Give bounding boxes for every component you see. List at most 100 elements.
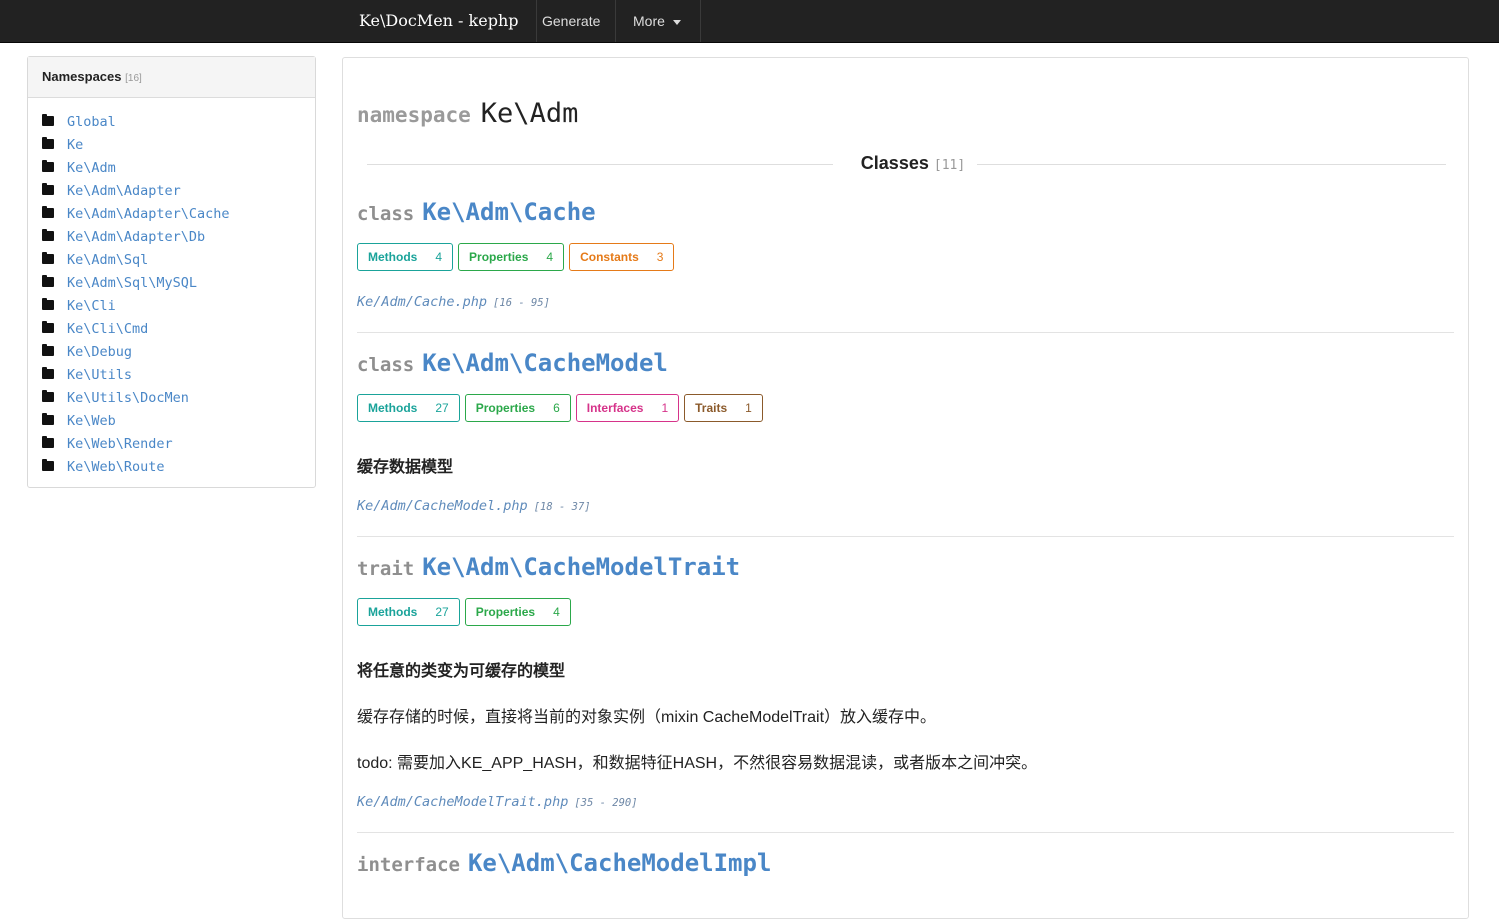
- namespace-item[interactable]: Ke\Utils\DocMen: [42, 386, 315, 409]
- namespace-name: Ke\Adm: [480, 98, 579, 129]
- namespace-keyword: namespace: [357, 103, 471, 127]
- source-file-path: Ke/Adm/CacheModelTrait.php: [357, 794, 569, 810]
- folder-icon: [42, 367, 54, 379]
- namespace-link[interactable]: Ke\Debug: [67, 344, 132, 360]
- namespace-item[interactable]: Ke\Adm\Sql: [42, 248, 315, 271]
- nav-more-label: More: [633, 13, 665, 29]
- class-kind: class: [357, 203, 415, 225]
- namespace-item[interactable]: Ke: [42, 133, 315, 156]
- namespace-link[interactable]: Ke\Web: [67, 413, 116, 429]
- properties-badge[interactable]: Properties 4: [458, 243, 565, 271]
- class-name-link[interactable]: Ke\Adm\CacheModel: [422, 349, 668, 377]
- class-name-link[interactable]: Ke\Adm\CacheModelTrait: [422, 553, 740, 581]
- class-kind: class: [357, 354, 415, 376]
- folder-icon: [42, 229, 54, 241]
- namespace-link[interactable]: Ke\Adm\Adapter\Db: [67, 229, 205, 245]
- namespace-list: Global Ke Ke\Adm Ke\Adm\Adapter Ke\Adm\A…: [28, 98, 315, 478]
- namespace-link[interactable]: Global: [67, 114, 116, 130]
- namespace-link[interactable]: Ke\Utils\DocMen: [67, 390, 189, 406]
- source-file[interactable]: Ke/Adm/Cache.php [16 - 95]: [357, 294, 550, 310]
- namespace-item[interactable]: Ke\Cli\Cmd: [42, 317, 315, 340]
- badge-count: 3: [656, 250, 664, 264]
- class-entry: class Ke\Adm\Cache Methods 4 Properties 4 Con…: [357, 198, 1454, 338]
- folder-icon: [42, 160, 54, 172]
- badge-label: Properties: [475, 605, 536, 619]
- class-title: class Ke\Adm\Cache: [357, 198, 1454, 232]
- methods-badge[interactable]: Methods 27: [357, 394, 460, 422]
- brand-link[interactable]: Ke\DocMen - kephp: [342, 0, 537, 42]
- namespaces-title: Namespaces: [42, 69, 122, 84]
- namespace-item[interactable]: Ke\Web\Render: [42, 432, 315, 455]
- namespace-item[interactable]: Ke\Web: [42, 409, 315, 432]
- badge-label: Properties: [469, 250, 529, 264]
- folder-icon: [42, 206, 54, 218]
- classes-divider-left: [367, 164, 833, 165]
- namespace-item[interactable]: Ke\Adm\Adapter: [42, 179, 315, 202]
- folder-icon: [42, 344, 54, 356]
- source-file-path: Ke/Adm/CacheModel.php: [357, 498, 528, 514]
- class-name-link[interactable]: Ke\Adm\CacheModelImpl: [468, 849, 771, 877]
- badge-label: Properties: [475, 401, 536, 415]
- class-entry: interface Ke\Adm\CacheModelImpl: [357, 849, 1454, 889]
- namespace-link[interactable]: Ke\Adm\Sql\MySQL: [67, 275, 197, 291]
- class-tags: Methods 27 Properties 4: [357, 598, 576, 626]
- namespace-item[interactable]: Ke\Adm\Sql\MySQL: [42, 271, 315, 294]
- traits-badge[interactable]: Traits 1: [684, 394, 763, 422]
- entry-separator: [357, 832, 1454, 833]
- namespace-link[interactable]: Ke\Adm: [67, 160, 116, 176]
- namespace-link[interactable]: Ke\Utils: [67, 367, 132, 383]
- badge-count: 6: [553, 401, 560, 415]
- namespace-item[interactable]: Ke\Web\Route: [42, 455, 315, 478]
- namespace-link[interactable]: Ke\Cli\Cmd: [67, 321, 148, 337]
- namespace-link[interactable]: Ke: [67, 137, 83, 153]
- namespace-link[interactable]: Ke\Adm\Adapter: [67, 183, 181, 199]
- folder-icon: [42, 275, 54, 287]
- badge-label: Methods: [368, 250, 418, 264]
- namespace-link[interactable]: Ke\Web\Route: [67, 459, 165, 475]
- interfaces-badge[interactable]: Interfaces 1: [575, 394, 680, 422]
- class-title: interface Ke\Adm\CacheModelImpl: [357, 849, 1454, 883]
- source-file[interactable]: Ke/Adm/CacheModelTrait.php [35 - 290]: [357, 794, 638, 810]
- namespace-link[interactable]: Ke\Adm\Adapter\Cache: [67, 206, 230, 222]
- namespaces-panel-header: Namespaces [16]: [28, 57, 315, 98]
- badge-label: Methods: [368, 605, 418, 619]
- nav-generate[interactable]: Generate: [527, 0, 617, 42]
- source-file[interactable]: Ke/Adm/CacheModel.php [18 - 37]: [357, 498, 591, 514]
- folder-icon: [42, 459, 54, 471]
- source-file-path: Ke/Adm/Cache.php: [357, 294, 488, 310]
- namespace-item[interactable]: Ke\Cli: [42, 294, 315, 317]
- constants-badge[interactable]: Constants 3: [569, 243, 675, 271]
- namespace-item[interactable]: Ke\Adm: [42, 156, 315, 179]
- namespace-item[interactable]: Ke\Adm\Adapter\Cache: [42, 202, 315, 225]
- namespaces-panel: Namespaces [16] Global Ke Ke\Adm Ke\Adm\…: [27, 56, 316, 488]
- namespaces-count: [16]: [125, 73, 142, 84]
- class-name-link[interactable]: Ke\Adm\Cache: [422, 198, 595, 226]
- properties-badge[interactable]: Properties 4: [464, 598, 571, 626]
- class-todo-note: todo: 需要加入KE_APP_HASH，和数据特征HASH，不然很容易数据混…: [357, 755, 1038, 772]
- class-kind: trait: [357, 558, 415, 580]
- class-summary: 将任意的类变为可缓存的模型: [357, 663, 566, 680]
- folder-icon: [42, 390, 54, 402]
- badge-count: 1: [745, 401, 752, 415]
- namespace-link[interactable]: Ke\Adm\Sql: [67, 252, 148, 268]
- badge-count: 4: [553, 605, 560, 619]
- class-title: class Ke\Adm\CacheModel: [357, 349, 1454, 383]
- namespace-item[interactable]: Ke\Adm\Adapter\Db: [42, 225, 315, 248]
- badge-label: Interfaces: [586, 401, 644, 415]
- namespace-link[interactable]: Ke\Cli: [67, 298, 116, 314]
- class-tags: Methods 4 Properties 4 Constants 3: [357, 243, 679, 271]
- classes-count: [11]: [933, 158, 966, 173]
- nav-more-dropdown[interactable]: More: [618, 0, 701, 42]
- badge-label: Traits: [695, 401, 728, 415]
- folder-icon: [42, 413, 54, 425]
- methods-badge[interactable]: Methods 27: [357, 598, 460, 626]
- namespace-item[interactable]: Ke\Debug: [42, 340, 315, 363]
- properties-badge[interactable]: Properties 6: [464, 394, 571, 422]
- namespace-link[interactable]: Ke\Web\Render: [67, 436, 173, 452]
- namespace-item[interactable]: Ke\Utils: [42, 363, 315, 386]
- badge-label: Constants: [580, 250, 639, 264]
- folder-icon: [42, 183, 54, 195]
- caret-down-icon: [672, 19, 681, 25]
- methods-badge[interactable]: Methods 4: [357, 243, 454, 271]
- namespace-item[interactable]: Global: [42, 110, 315, 133]
